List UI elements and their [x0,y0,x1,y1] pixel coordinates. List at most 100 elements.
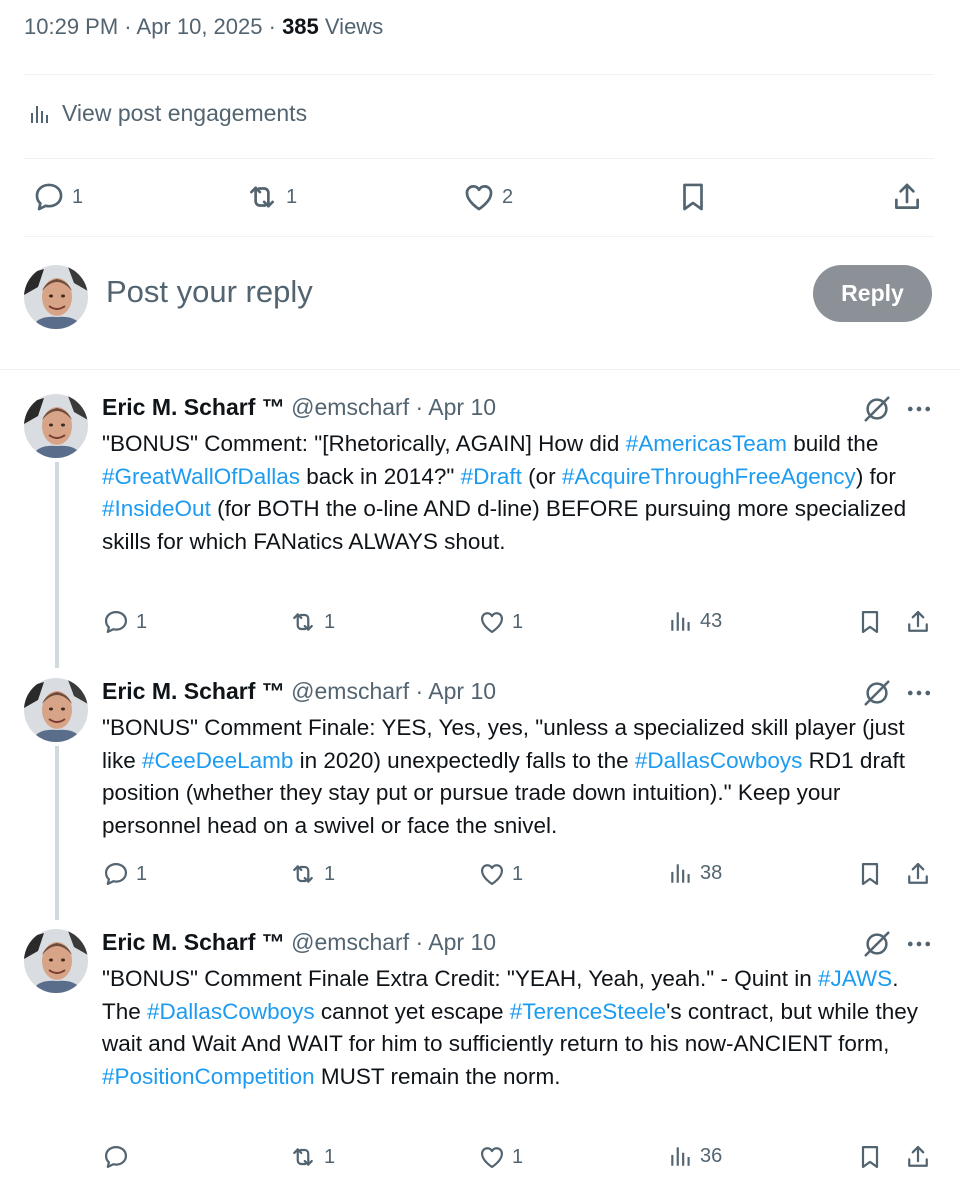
share-button[interactable] [904,860,932,888]
grok-icon[interactable] [862,394,892,424]
like-icon [478,860,506,888]
views-label: Views [324,14,384,39]
views-icon [668,608,694,634]
divider [24,158,934,159]
bookmark-button[interactable] [676,180,710,214]
hashtag-link[interactable]: #AmericasTeam [626,431,787,456]
post-text-segment: (for BOTH the o-line AND d-line) BEFORE … [102,496,907,554]
author-handle[interactable]: @emscharf [291,929,409,955]
repost-icon [244,180,280,214]
reply-icon [102,1143,130,1171]
bookmark-button[interactable] [856,608,884,636]
author-name[interactable]: Eric M. Scharf ™ [102,678,285,704]
author-handle[interactable]: @emscharf [291,678,409,704]
post-header: Eric M. Scharf ™ @emscharf · Apr 10 [102,678,497,704]
divider [24,74,934,75]
author-name[interactable]: Eric M. Scharf ™ [102,929,285,955]
views-count: 43 [700,609,723,632]
share-button[interactable] [904,608,932,636]
like-count: 1 [512,610,524,633]
post-text-segment: ) for [855,463,896,489]
post-action-bar: 1 1 1 43 [102,608,936,642]
hashtag-link[interactable]: #TerenceSteele [510,999,666,1024]
reply-button[interactable]: 1 [102,860,147,888]
like-button[interactable]: 1 [478,608,523,636]
views-icon [668,1143,694,1169]
repost-button[interactable]: 1 [288,608,335,636]
like-icon [478,608,506,636]
reply-input[interactable]: Post your reply [106,274,313,310]
more-options-icon[interactable] [904,929,934,959]
hashtag-link[interactable]: #DallasCowboys [635,748,803,773]
views-button[interactable]: 38 [668,860,722,886]
post-date[interactable]: Apr 10 [428,929,496,955]
hashtag-link[interactable]: #CeeDeeLamb [142,748,293,773]
more-options-icon[interactable] [904,394,934,424]
author-handle[interactable]: @emscharf [291,394,409,420]
bookmark-icon [856,1143,884,1171]
share-icon [904,860,932,888]
divider [0,369,960,370]
reply-button[interactable] [102,1143,136,1171]
bookmark-button[interactable] [856,860,884,888]
hashtag-link[interactable]: #AcquireThroughFreeAgency [562,464,856,489]
avatar[interactable] [24,265,88,329]
hashtag-link[interactable]: #InsideOut [102,496,211,521]
post-text-segment: MUST remain the norm. [314,1063,561,1089]
post-date[interactable]: Apr 10 [428,394,496,420]
reply-count: 1 [72,185,84,208]
views-button[interactable]: 43 [668,608,722,634]
post-text-segment: back in 2014?" [299,463,461,489]
bookmark-icon [856,608,884,636]
bookmark-button[interactable] [856,1143,884,1171]
repost-count: 1 [324,1145,336,1168]
avatar[interactable] [24,929,88,993]
post-metadata: 10:29 PM · Apr 10, 2025 · 385 Views [24,14,384,39]
like-button[interactable]: 2 [462,180,513,214]
reply-count: 1 [136,862,148,885]
bookmark-icon [676,180,710,214]
bookmark-icon [856,860,884,888]
grok-icon[interactable] [862,678,892,708]
share-button[interactable] [904,1143,932,1171]
reply-button[interactable]: 1 [102,608,147,636]
post-time[interactable]: 10:29 PM [24,14,118,39]
post-header: Eric M. Scharf ™ @emscharf · Apr 10 [102,929,497,955]
post-text-segment: cannot yet escape [314,998,510,1024]
views-icon [28,102,52,126]
like-button[interactable]: 1 [478,1143,523,1171]
reply-post[interactable]: Eric M. Scharf ™ @emscharf · Apr 10 "BON… [24,929,936,1179]
repost-button[interactable]: 1 [288,1143,335,1171]
repost-button[interactable]: 1 [244,180,297,214]
hashtag-link[interactable]: #PositionCompetition [102,1064,315,1089]
divider [24,236,934,237]
reply-submit-button[interactable]: Reply [813,265,932,322]
reply-icon [32,180,66,214]
share-button[interactable] [890,180,924,214]
view-engagements-link[interactable]: View post engagements [28,100,307,127]
views-button[interactable]: 36 [668,1143,722,1169]
hashtag-link[interactable]: #Draft [461,464,522,489]
hashtag-link[interactable]: #DallasCowboys [147,999,315,1024]
more-options-icon[interactable] [904,678,934,708]
repost-button[interactable]: 1 [288,860,335,888]
post-text-segment: "BONUS" Comment Finale Extra Credit: "YE… [102,966,818,991]
views-count: 36 [700,1144,723,1167]
views-icon [668,860,694,886]
post-date[interactable]: Apr 10 [428,678,496,704]
hashtag-link[interactable]: #GreatWallOfDallas [102,464,300,489]
post-header: Eric M. Scharf ™ @emscharf · Apr 10 [102,394,497,420]
views-count: 385 [282,14,319,39]
avatar[interactable] [24,678,88,742]
reply-button[interactable]: 1 [32,180,83,214]
author-name[interactable]: Eric M. Scharf ™ [102,394,285,420]
hashtag-link[interactable]: #JAWS [818,966,892,991]
post-text-segment: "BONUS" Comment: "[Rhetorically, AGAIN] … [102,431,626,456]
avatar[interactable] [24,394,88,458]
reply-post[interactable]: Eric M. Scharf ™ @emscharf · Apr 10 "BON… [24,678,936,898]
grok-icon[interactable] [862,929,892,959]
reply-post[interactable]: Eric M. Scharf ™ @emscharf · Apr 10 "BON… [24,394,936,644]
like-button[interactable]: 1 [478,860,523,888]
post-date[interactable]: Apr 10, 2025 [137,14,263,39]
share-icon [904,1143,932,1171]
